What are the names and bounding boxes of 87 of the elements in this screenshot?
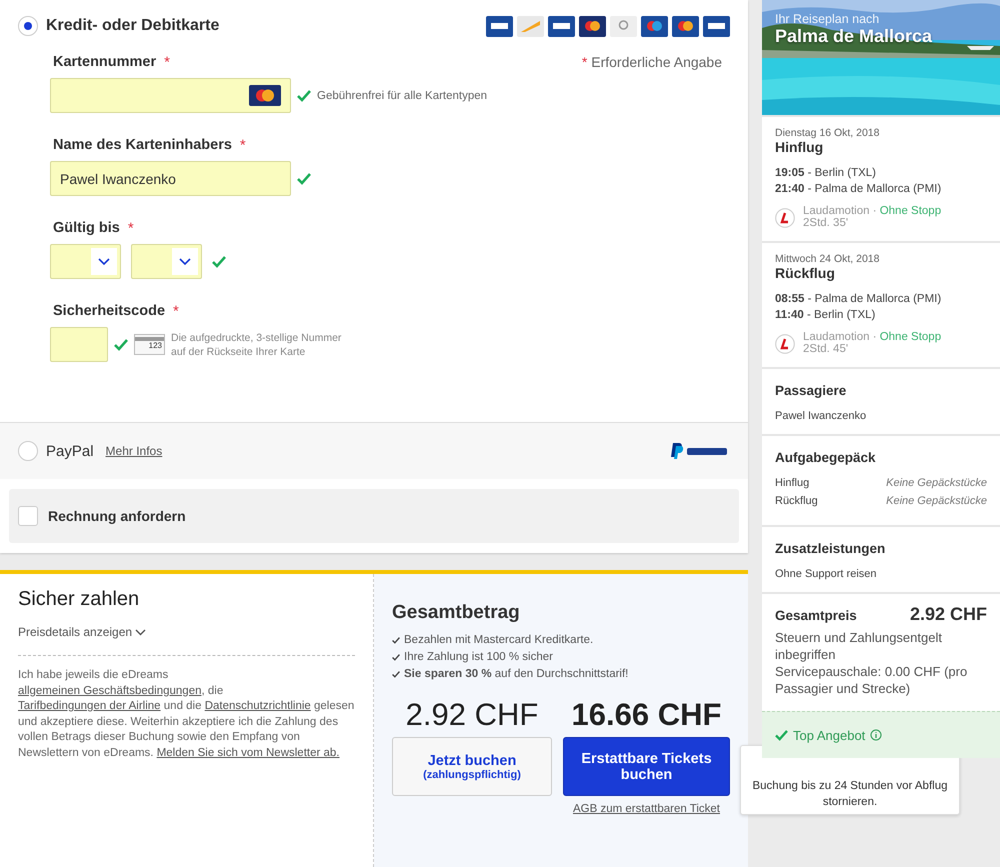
offer-label: Top Angebot <box>793 728 866 742</box>
baggage-value: Keine Gepäckstücke <box>886 477 987 489</box>
hint-text: Die aufgedruckte, 3-stellige Nummer auf der Rückseite Ihrer Karte <box>171 330 342 358</box>
terms-link[interactable]: Tarifbedingungen der Airline <box>18 700 161 712</box>
terms-link[interactable]: Datenschutzrichtlinie <box>204 700 311 712</box>
section-title: Passagiere <box>775 383 848 398</box>
duration-text: 2Std. 35' <box>803 217 850 229</box>
total-price: 2.92 CHF <box>910 604 987 625</box>
chevron-down-icon <box>98 258 110 266</box>
check-icon <box>775 730 788 740</box>
baggage-leg: Rückflug <box>775 495 818 507</box>
cardholder-name-field[interactable]: Pawel Iwanczenko <box>50 161 291 196</box>
benefit-text: Sie sparen 30 % auf den Durchschnittstarif! <box>404 667 628 682</box>
airline-text: Laudamotion · Ohne Stopp <box>803 205 942 217</box>
price-text: 2.92 CHF <box>406 697 538 733</box>
flight-date: Dienstag 16 Okt, 2018 <box>775 127 880 139</box>
field-label: Kartennummer <box>53 54 156 70</box>
radio-button[interactable] <box>18 441 38 461</box>
baggage-value: Keine Gepäckstücke <box>886 495 987 507</box>
more-info-link[interactable]: Mehr Infos <box>106 444 162 458</box>
field-label: Name des Karteninhabers <box>53 137 232 153</box>
total-label: Gesamtpreis <box>775 608 857 623</box>
chevron-down-icon <box>135 628 146 636</box>
airline-logo-icon <box>775 334 795 354</box>
card-logo-icon <box>517 16 544 36</box>
card-back-icon: 123 <box>134 334 165 355</box>
section-title: Zusatzleistungen <box>775 541 886 556</box>
flight-leg: 08:55 - Palma de Mallorca (PMI) <box>775 293 942 305</box>
price-details-link[interactable]: Preisdetails anzeigen <box>18 625 146 639</box>
terms-link[interactable]: allgemeinen Geschäftsbedingungen <box>18 684 202 696</box>
benefit-text: Ihre Zahlung ist 100 % sicher <box>404 650 553 665</box>
extra-service: Ohne Support reisen <box>775 568 878 580</box>
card-logo-icon <box>579 16 606 36</box>
field-label: Sicherheitscode <box>53 303 166 319</box>
check-icon <box>392 654 400 661</box>
airline-logo-icon <box>775 208 795 228</box>
check-icon <box>392 637 400 644</box>
flight-date: Mittwoch 24 Okt, 2018 <box>775 253 880 265</box>
card-logo-icon <box>672 16 699 36</box>
flight-title: Rückflug <box>775 265 836 281</box>
required-mark: * <box>164 54 170 70</box>
checkbox[interactable] <box>18 506 38 526</box>
section-title: Sicher zahlen <box>18 588 140 611</box>
card-logo-icon <box>548 16 575 36</box>
passenger-name: Pawel Iwanczenko <box>775 410 868 422</box>
itinerary-subtitle: Ihr Reiseplan nach <box>775 12 880 26</box>
flight-leg: 11:40 - Berlin (TXL) <box>775 309 876 321</box>
option-label: Kredit- oder Debitkarte <box>46 17 220 35</box>
required-note: * Erforderliche Angabe <box>582 54 722 70</box>
benefit-text: Bezahlen mit Mastercard Kreditkarte. <box>404 633 594 648</box>
price-note: Steuern und Zahlungsentgelt inbegriffen <box>775 629 943 663</box>
field-label: Gültig bis <box>53 220 120 236</box>
required-mark: * <box>128 220 134 236</box>
price-text: 16.66 CHF <box>572 697 722 733</box>
duration-text: 2Std. 45' <box>803 343 850 355</box>
flight-title: Hinflug <box>775 139 824 155</box>
check-icon <box>392 671 400 678</box>
card-number-field[interactable] <box>50 78 291 113</box>
required-mark: * <box>240 136 246 154</box>
section-title: Gesamtbetrag <box>392 602 521 624</box>
paypal-logo-icon <box>670 442 730 460</box>
card-logo-icon <box>641 16 668 36</box>
chevron-down-icon <box>179 258 191 266</box>
option-label: PayPal <box>46 442 94 460</box>
airline-text: Laudamotion · Ohne Stopp <box>803 331 942 343</box>
book-now-button[interactable]: Jetzt buchen (zahlungspflichtig) <box>392 737 552 796</box>
info-icon[interactable] <box>870 729 882 741</box>
baggage-leg: Hinflug <box>775 477 810 489</box>
card-logo-icon <box>610 16 637 36</box>
flight-leg: 19:05 - Berlin (TXL) <box>775 167 877 179</box>
flight-leg: 21:40 - Palma de Mallorca (PMI) <box>775 183 942 195</box>
price-note: Servicepauschale: 0.00 CHF (pro Passagier und Strecke) <box>775 663 968 697</box>
terms-text: Ich habe jeweils die eDreams allgemeinen Geschäftsbedingungen, die Tarifbedingungen der Airline und die Datenschutzrichtlinie gelesen und akzeptiere diese. Weiterhin akzeptiere ich die Zahlung des vollen Betrags dieser Buchung sowie den Empfang von Newslettern von eDreams. Melden Sie sich vom Newsletter ab. <box>18 668 355 760</box>
section-title: Aufgabegepäck <box>775 450 877 465</box>
card-logo-icon <box>486 16 513 36</box>
card-logo-icon <box>703 16 730 36</box>
radio-button[interactable] <box>18 16 38 36</box>
terms-link[interactable]: Melden Sie sich vom Newsletter ab. <box>156 746 340 758</box>
refundable-tickets-button[interactable]: Erstattbare Tickets buchen <box>563 737 730 796</box>
refund-terms-link[interactable]: AGB zum erstattbaren Ticket <box>572 803 720 815</box>
required-mark: * <box>173 302 179 320</box>
security-code-field[interactable] <box>50 327 108 362</box>
checkbox-label: Rechnung anfordern <box>48 508 186 524</box>
card-logo-icon <box>249 85 281 106</box>
hint-text: Gebührenfrei für alle Kartentypen <box>317 90 488 102</box>
dropdown[interactable] <box>50 244 121 279</box>
dropdown[interactable] <box>131 244 202 279</box>
